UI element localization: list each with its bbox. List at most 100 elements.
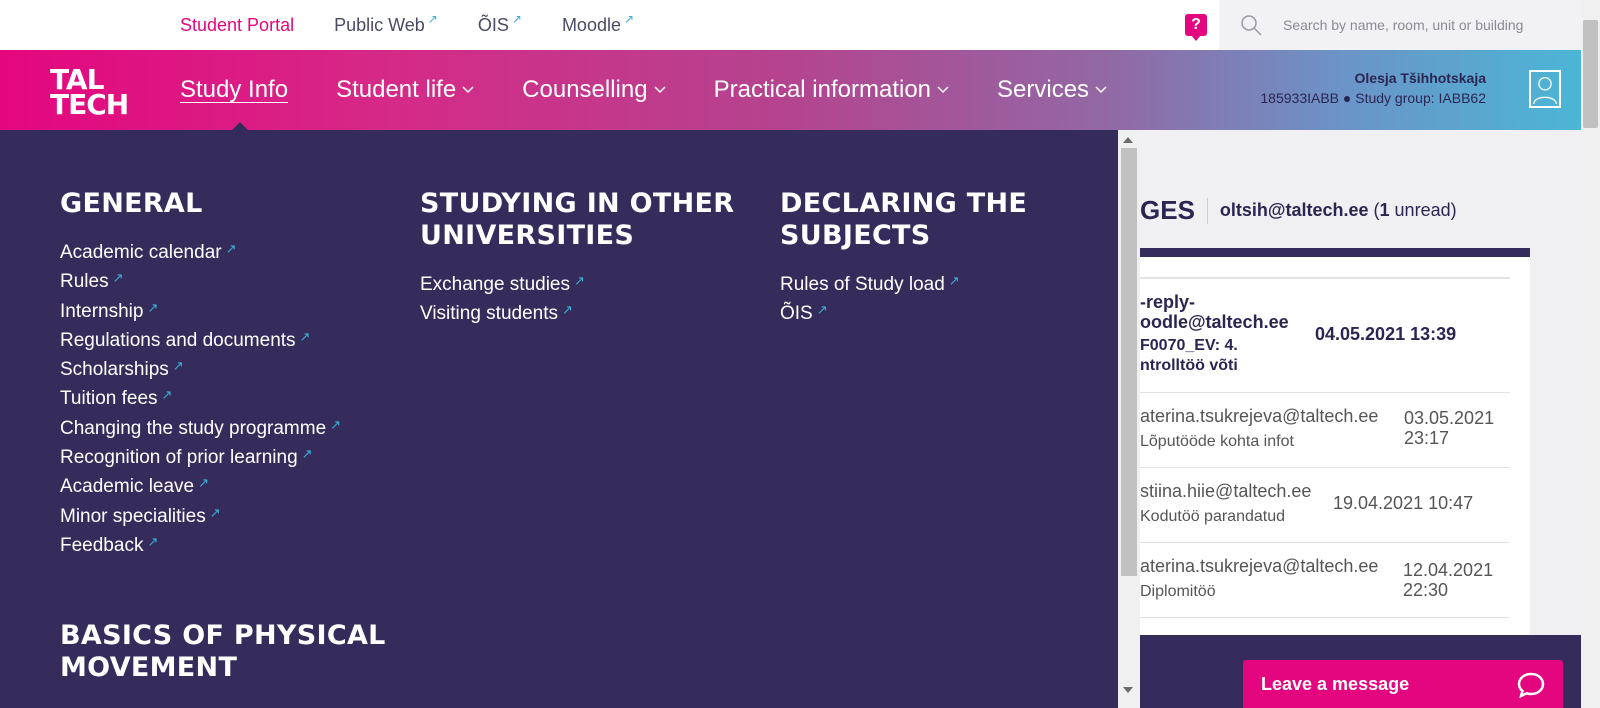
menu-link[interactable]: Recognition of prior learning ↗	[60, 443, 390, 472]
menu-column-declaring-the-subjects: DECLARING THE SUBJECTS Rules of Study lo…	[780, 188, 1110, 329]
menu-link[interactable]: Minor specialities ↗	[60, 502, 390, 531]
menu-link[interactable]: Feedback ↗	[60, 531, 390, 560]
menu-column-title: STUDYING IN OTHER UNIVERSITIES	[420, 188, 735, 251]
menu-link[interactable]: Tuition fees ↗	[60, 384, 390, 413]
nav-item-label: Student life	[336, 76, 457, 103]
top-link-student-portal[interactable]: Student Portal	[180, 15, 294, 36]
search-box	[1219, 0, 1581, 50]
nav-item-study-info[interactable]: Study Info	[180, 76, 288, 104]
menu-link-list: Exchange studies ↗ Visiting students ↗	[420, 270, 750, 329]
message-row[interactable]: stiina.hiie@taltech.ee Kodutöö parandatu…	[1140, 467, 1510, 542]
external-link-icon: ↗	[209, 504, 221, 520]
top-link-public-web[interactable]: Public Web ↗	[334, 13, 438, 36]
nav-item-counselling[interactable]: Counselling	[522, 76, 666, 104]
nav-menu: Study Info Student life Counselling Prac…	[180, 50, 1107, 130]
unread-count: 1	[1379, 200, 1390, 220]
help-button[interactable]: ?	[1185, 14, 1207, 41]
chevron-down-icon	[937, 86, 949, 94]
search-input[interactable]	[1283, 17, 1573, 33]
nav-item-label: Counselling	[522, 76, 648, 103]
menu-link[interactable]: Internship ↗	[60, 297, 390, 326]
nav-item-student-life[interactable]: Student life	[336, 76, 474, 104]
user-name: Olesja Tšihhotskaja	[1354, 70, 1487, 86]
menu-scrollbar[interactable]	[1118, 130, 1140, 708]
menu-link[interactable]: ÕIS ↗	[780, 299, 1110, 328]
menu-column-title: DECLARING THE SUBJECTS	[780, 188, 1028, 251]
message-row[interactable]: aterina.tsukrejeva@taltech.ee Diplomitöö…	[1140, 542, 1510, 617]
top-links: Student Portal Public Web ↗ ÕIS ↗ Moodle…	[180, 0, 634, 50]
external-link-icon: ↗	[623, 11, 635, 26]
user-details: 185933IABB ● Study group: IABB62	[1260, 90, 1486, 106]
menu-link[interactable]: Scholarships ↗	[60, 355, 390, 384]
top-link-label: Moodle	[561, 14, 621, 35]
external-link-icon: ↗	[299, 328, 311, 344]
message-date: 03.05.2021 23:17	[1404, 408, 1495, 448]
message-date: 19.04.2021 10:47	[1333, 493, 1474, 513]
menu-link-label: Scholarships	[60, 359, 169, 381]
menu-link-list: Academic calendar ↗ Rules ↗ Internship ↗ Re…	[60, 238, 390, 560]
message-subject: Kodutöö parandatud	[1140, 508, 1286, 525]
menu-link-label: Recognition of prior learning	[60, 447, 298, 469]
menu-link[interactable]: Regulations and documents ↗	[60, 326, 390, 355]
messages-account: oltsih@taltech.ee (1 unread)	[1219, 200, 1457, 220]
page-scrollbar[interactable]	[1581, 0, 1600, 708]
external-link-icon: ↗	[112, 270, 124, 286]
menu-column-general: GENERAL Academic calendar ↗ Rules ↗ Intern…	[60, 188, 390, 560]
menu-link-label: Changing the study programme	[60, 417, 327, 439]
list-divider	[1140, 617, 1510, 618]
external-link-icon: ↗	[147, 533, 159, 549]
taltech-logo[interactable]: TAL TECH	[50, 66, 129, 121]
help-icon: ?	[1191, 16, 1201, 33]
nav-item-label: Practical information	[713, 76, 932, 103]
top-link-label: Public Web	[334, 14, 425, 35]
scroll-up-icon[interactable]	[1123, 137, 1133, 143]
menu-link-label: ÕIS	[780, 303, 813, 325]
menu-link[interactable]: Academic calendar ↗	[60, 238, 390, 267]
nav-item-label: Study Info	[180, 76, 289, 103]
scroll-down-icon[interactable]	[1123, 687, 1133, 693]
message-subject: Lõputööde kohta infot	[1140, 433, 1294, 450]
external-link-icon: ↗	[948, 273, 960, 288]
menu-link[interactable]: Visiting students ↗	[420, 299, 750, 328]
scrollbar-thumb[interactable]	[1583, 20, 1598, 128]
menu-column-title: GENERAL	[60, 188, 203, 219]
external-link-icon: ↗	[330, 416, 342, 432]
logo-line: TECH	[50, 88, 129, 121]
account-email: oltsih@taltech.ee	[1219, 200, 1369, 220]
menu-link-label: Regulations and documents	[60, 329, 296, 351]
active-nav-pointer	[232, 122, 248, 130]
chevron-down-icon	[462, 86, 474, 94]
search-icon[interactable]	[1239, 13, 1263, 37]
menu-link-label: Minor specialities	[60, 505, 206, 527]
scrollbar-thumb[interactable]	[1121, 148, 1137, 576]
top-link-ois[interactable]: ÕIS ↗	[477, 13, 522, 36]
menu-link-label: Exchange studies	[420, 274, 570, 295]
nav-item-practical-information[interactable]: Practical information	[714, 76, 949, 104]
user-info[interactable]: Olesja Tšihhotskaja 185933IABB ● Study g…	[1260, 70, 1486, 106]
menu-column-basics-of-physical-movement: BASICS OF PHYSICAL MOVEMENT	[60, 620, 390, 684]
menu-link-label: Feedback	[60, 534, 144, 556]
message-row[interactable]: -reply- oodle@taltech.ee F0070_EV: 4. nt…	[1140, 278, 1510, 392]
menu-link[interactable]: Exchange studies ↗	[420, 270, 750, 299]
menu-link[interactable]: Academic leave ↗	[60, 472, 390, 501]
chat-bubble-icon	[1517, 672, 1545, 698]
menu-link[interactable]: Changing the study programme ↗	[60, 414, 390, 443]
menu-link-label: Rules of Study load	[780, 274, 945, 295]
message-sender: stiina.hiie@taltech.ee	[1140, 481, 1312, 501]
message-sender: -reply- oodle@taltech.ee	[1140, 292, 1289, 332]
leave-message-button[interactable]: Leave a message	[1243, 660, 1563, 708]
user-avatar-icon[interactable]	[1529, 70, 1561, 108]
active-portal-pointer	[232, 42, 248, 50]
message-row[interactable]: aterina.tsukrejeva@taltech.ee Lõputööde …	[1140, 392, 1510, 467]
menu-link[interactable]: Rules ↗	[60, 267, 390, 296]
chat-label: Leave a message	[1261, 673, 1410, 694]
nav-item-label: Services	[997, 76, 1090, 103]
external-link-icon: ↗	[225, 241, 237, 256]
menu-link[interactable]: Rules of Study load ↗	[780, 270, 1110, 299]
menu-link-label: Rules	[60, 271, 109, 293]
top-link-label: ÕIS	[477, 14, 509, 35]
external-link-icon: ↗	[172, 358, 184, 374]
nav-item-services[interactable]: Services	[997, 76, 1107, 104]
external-link-icon: ↗	[574, 273, 585, 288]
top-link-moodle[interactable]: Moodle ↗	[561, 11, 635, 36]
